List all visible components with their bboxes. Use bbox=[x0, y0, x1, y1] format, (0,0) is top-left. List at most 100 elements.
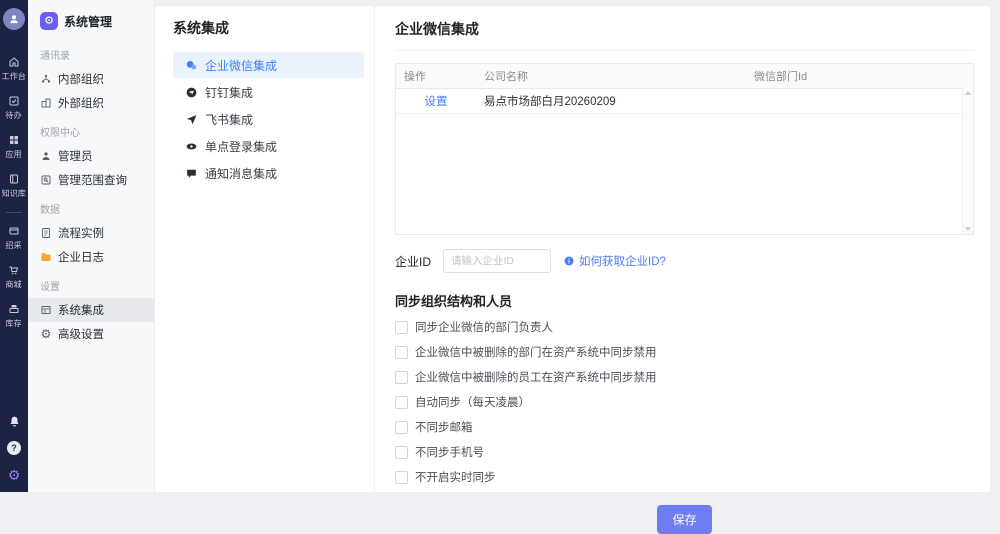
menu-item-label: 企业微信集成 bbox=[205, 57, 277, 74]
right-gutter bbox=[990, 0, 1000, 492]
panel-title: 系统集成 bbox=[173, 18, 364, 38]
sidebar-header: ⚙ 系统管理 bbox=[28, 10, 154, 32]
integration-table: 操作 公司名称 微信部门Id 设置 易点市场部白月20260209 bbox=[395, 63, 974, 235]
printer-icon bbox=[8, 303, 20, 315]
rail-item-apps[interactable]: 应用 bbox=[5, 134, 22, 160]
menu-item-notifications[interactable]: 通知消息集成 bbox=[173, 160, 364, 186]
rail-item-procurement[interactable]: 招采 bbox=[5, 225, 22, 251]
rail-label: 商城 bbox=[6, 278, 22, 289]
rail-label: 待办 bbox=[6, 109, 22, 120]
menu-item-dingtalk[interactable]: 钉钉集成 bbox=[173, 79, 364, 105]
rail-bottom: ? ⚙ bbox=[7, 415, 21, 492]
rail-label: 工作台 bbox=[2, 70, 26, 81]
chat-bubble-icon bbox=[185, 167, 198, 180]
sidebar-item-internal-org[interactable]: 内部组织 bbox=[28, 67, 154, 91]
menu-item-sso[interactable]: 单点登录集成 bbox=[173, 133, 364, 159]
org-tree-icon bbox=[40, 73, 52, 85]
rail-label: 招采 bbox=[6, 239, 22, 250]
wechat-work-icon bbox=[185, 59, 198, 72]
sidebar-item-label: 流程实例 bbox=[58, 225, 104, 241]
checkbox-auto-sync[interactable]: 自动同步（每天凌晨） bbox=[395, 394, 974, 410]
sidebar-item-label: 管理员 bbox=[58, 148, 93, 164]
document-icon bbox=[40, 227, 52, 239]
save-button[interactable]: 保存 bbox=[657, 505, 711, 534]
scroll-up-icon[interactable] bbox=[965, 91, 971, 95]
section-label-contacts: 通讯录 bbox=[28, 38, 154, 67]
eye-icon bbox=[185, 140, 198, 153]
table-scrollbar[interactable] bbox=[962, 88, 973, 234]
menu-item-label: 通知消息集成 bbox=[205, 165, 277, 182]
row-company-cell: 易点市场部白月20260209 bbox=[476, 93, 746, 109]
sidebar-item-label: 外部组织 bbox=[58, 95, 104, 111]
section-label-settings: 设置 bbox=[28, 269, 154, 298]
sidebar-item-label: 企业日志 bbox=[58, 249, 104, 265]
building-icon bbox=[40, 97, 52, 109]
main-content: 企业微信集成 操作 公司名称 微信部门Id 设置 易点市场部白月20260209… bbox=[375, 6, 990, 492]
search-square-icon bbox=[40, 174, 52, 186]
system-management-icon: ⚙ bbox=[40, 12, 58, 30]
sync-section-title: 同步组织结构和人员 bbox=[395, 291, 974, 310]
sidebar-item-system-integration[interactable]: 系统集成 bbox=[28, 298, 154, 322]
corp-id-label: 企业ID bbox=[395, 253, 431, 270]
gear-glyph: ⚙ bbox=[8, 467, 21, 483]
checkbox-icon[interactable] bbox=[395, 421, 408, 434]
menu-item-label: 飞书集成 bbox=[205, 111, 253, 128]
checkbox-icon[interactable] bbox=[395, 346, 408, 359]
corp-id-input[interactable] bbox=[443, 249, 551, 273]
grid-icon bbox=[8, 134, 20, 146]
settings-link[interactable]: 设置 bbox=[425, 96, 448, 108]
sidebar-item-advanced-settings[interactable]: ⚙ 高级设置 bbox=[28, 322, 154, 346]
rail-item-mall[interactable]: 商城 bbox=[5, 264, 22, 290]
person-icon bbox=[7, 12, 21, 26]
checkbox-icon[interactable] bbox=[395, 446, 408, 459]
rail-item-workbench[interactable]: 工作台 bbox=[1, 56, 27, 82]
header-action: 操作 bbox=[396, 68, 476, 84]
left-rail: 工作台 待办 应用 知识库 招采 商城 库存 ? ⚙ bbox=[0, 0, 28, 492]
sidebar-item-process-instances[interactable]: 流程实例 bbox=[28, 221, 154, 245]
checkbox-deleted-dept-disable[interactable]: 企业微信中被删除的部门在资产系统中同步禁用 bbox=[395, 344, 974, 360]
menu-item-wechat-work[interactable]: 企业微信集成 bbox=[173, 52, 364, 78]
checkbox-label: 不同步手机号 bbox=[415, 444, 484, 460]
how-to-get-corp-id-link[interactable]: 如何获取企业ID? bbox=[563, 253, 666, 269]
checkbox-label: 自动同步（每天凌晨） bbox=[415, 394, 530, 410]
sidebar-item-label: 内部组织 bbox=[58, 71, 104, 87]
table-header-row: 操作 公司名称 微信部门Id bbox=[396, 64, 973, 89]
rail-item-knowledge[interactable]: 知识库 bbox=[1, 173, 27, 199]
app-root: 工作台 待办 应用 知识库 招采 商城 库存 ? ⚙ bbox=[0, 0, 1000, 492]
checkbox-no-realtime-sync[interactable]: 不开启实时同步 bbox=[395, 469, 974, 485]
checkbox-no-sync-phone[interactable]: 不同步手机号 bbox=[395, 444, 974, 460]
menu-item-feishu[interactable]: 飞书集成 bbox=[173, 106, 364, 132]
avatar[interactable] bbox=[3, 8, 25, 30]
sidebar-item-label: 管理范围查询 bbox=[58, 172, 127, 188]
sidebar-item-admin[interactable]: 管理员 bbox=[28, 144, 154, 168]
table-grid-icon bbox=[40, 304, 52, 316]
checkbox-sync-dept-leader[interactable]: 同步企业微信的部门负责人 bbox=[395, 319, 974, 335]
help-icon[interactable]: ? bbox=[7, 441, 21, 455]
checkbox-no-sync-email[interactable]: 不同步邮箱 bbox=[395, 419, 974, 435]
folder-icon bbox=[40, 251, 52, 263]
scroll-down-icon[interactable] bbox=[965, 227, 971, 231]
rail-item-inventory[interactable]: 库存 bbox=[5, 303, 22, 329]
sidebar-item-external-org[interactable]: 外部组织 bbox=[28, 91, 154, 115]
checkbox-label: 不同步邮箱 bbox=[415, 419, 473, 435]
settings-gear-icon[interactable]: ⚙ bbox=[8, 468, 21, 482]
sidebar-item-enterprise-logs[interactable]: 企业日志 bbox=[28, 245, 154, 269]
sidebar-item-label: 系统集成 bbox=[58, 302, 104, 318]
checkbox-deleted-employee-disable[interactable]: 企业微信中被删除的员工在资产系统中同步禁用 bbox=[395, 369, 974, 385]
integration-menu-panel: 系统集成 企业微信集成 钉钉集成 飞书集成 单点登录集成 通知消息集成 bbox=[155, 6, 375, 492]
admin-person-icon bbox=[40, 150, 52, 162]
section-label-data: 数据 bbox=[28, 192, 154, 221]
checkbox-label: 不开启实时同步 bbox=[415, 469, 496, 485]
card-icon bbox=[8, 225, 20, 237]
gear-icon: ⚙ bbox=[40, 328, 52, 340]
bell-icon[interactable] bbox=[8, 415, 21, 428]
home-icon bbox=[8, 56, 20, 68]
sidebar-item-scope-query[interactable]: 管理范围查询 bbox=[28, 168, 154, 192]
checkbox-icon[interactable] bbox=[395, 396, 408, 409]
page-title: 企业微信集成 bbox=[395, 6, 974, 51]
rail-item-todo[interactable]: 待办 bbox=[5, 95, 22, 121]
checkbox-icon[interactable] bbox=[395, 371, 408, 384]
checkbox-icon[interactable] bbox=[395, 471, 408, 484]
dingtalk-icon bbox=[185, 86, 198, 99]
checkbox-icon[interactable] bbox=[395, 321, 408, 334]
